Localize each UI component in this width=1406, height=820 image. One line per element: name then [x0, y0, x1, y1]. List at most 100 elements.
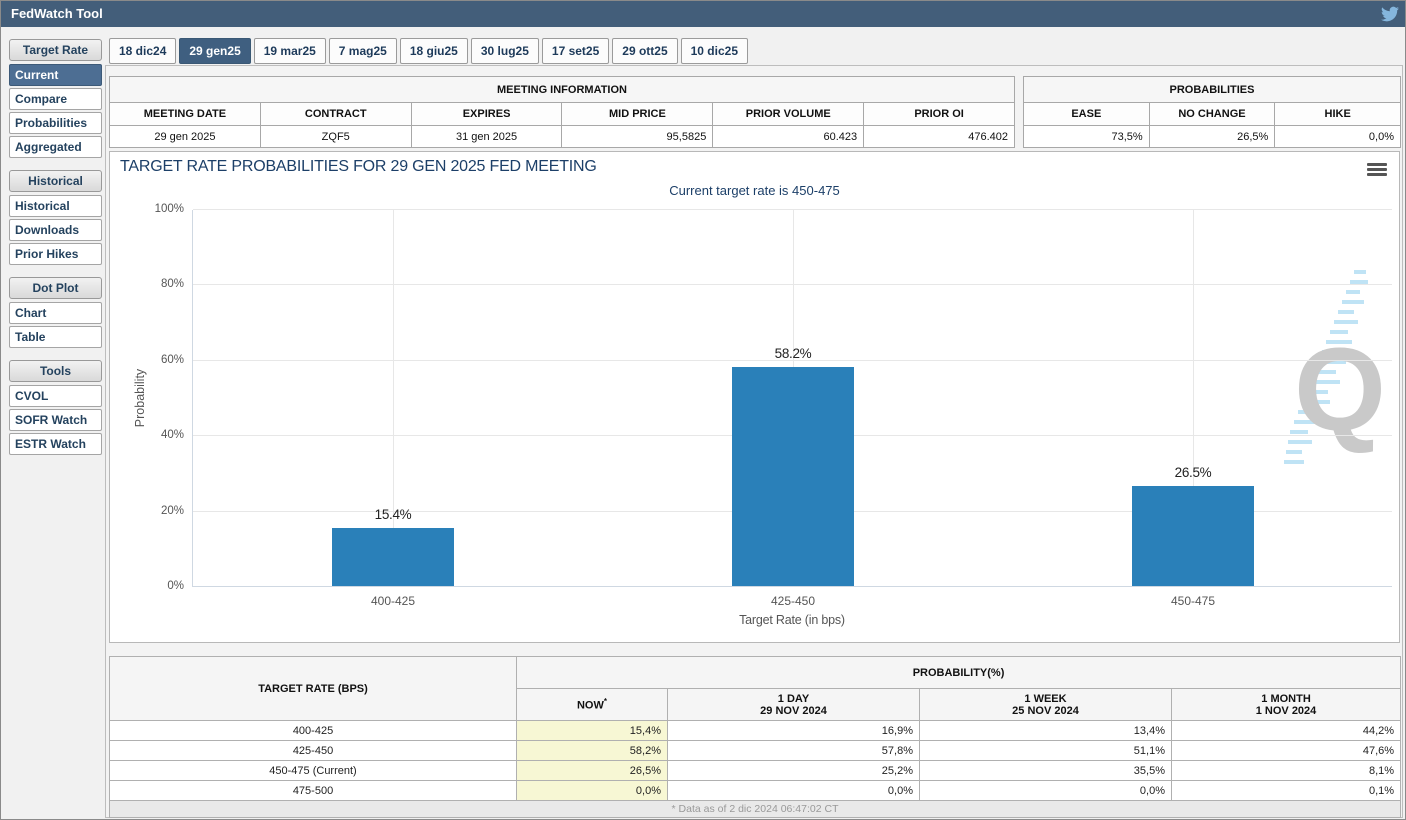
cell-rate: 400-425 [109, 720, 517, 741]
cell-week: 35,5% [919, 760, 1172, 781]
cell-rate: 450-475 (Current) [109, 760, 517, 781]
value-no-change: 26,5% [1148, 125, 1276, 148]
tab-18-dic24[interactable]: 18 dic24 [109, 38, 177, 64]
cell-week: 0,0% [919, 780, 1172, 801]
cell-day: 57,8% [667, 740, 920, 761]
cell-month: 47,6% [1170, 740, 1402, 761]
quikstrike-watermark-icon: Q [1284, 270, 1382, 464]
value-ease: 73,5% [1023, 125, 1150, 148]
column-header-no-change: NO CHANGE [1148, 102, 1276, 126]
tab-19-mar25[interactable]: 19 mar25 [253, 38, 326, 64]
fedwatch-tool-app: FedWatch Tool 18 dic24 29 gen25 19 mar25 7 … [0, 0, 1406, 820]
sidebar-item-chart[interactable]: Chart [9, 302, 102, 324]
cell-now: 26,5% [516, 760, 668, 781]
cell-month: 0,1% [1170, 780, 1402, 801]
bar-value-label: 58.2% [774, 345, 812, 361]
tab-30-lug25[interactable]: 30 lug25 [470, 38, 539, 64]
value-expires: 31 gen 2025 [410, 125, 563, 148]
sidebar-item-downloads[interactable]: Downloads [9, 219, 102, 241]
sidebar-item-estr-watch[interactable]: ESTR Watch [9, 433, 102, 455]
value-prior-oi: 476.402 [863, 125, 1015, 148]
cell-now: 0,0% [516, 780, 668, 801]
target-rate-probability-chart: TARGET RATE PROBABILITIES FOR 29 GEN 202… [109, 151, 1400, 643]
cell-rate: 475-500 [109, 780, 517, 801]
x-axis-title: Target Rate (in bps) [739, 613, 845, 627]
svg-text:Q: Q [1294, 324, 1382, 456]
sidebar-item-probabilities[interactable]: Probabilities [9, 112, 102, 134]
column-header-1-month: 1 MONTH 1 NOV 2024 [1170, 688, 1402, 721]
sidebar-item-aggregated[interactable]: Aggregated [9, 136, 102, 158]
value-hike: 0,0% [1274, 125, 1401, 148]
y-axis-title: Probability [133, 368, 147, 428]
sidebar-navigation: Target Rate Current Compare Probabilities Ag… [9, 39, 102, 457]
probabilities-summary-title: PROBABILITIES [1023, 76, 1401, 103]
sidebar-item-compare[interactable]: Compare [9, 88, 102, 110]
value-mid-price: 95,5825 [561, 125, 714, 148]
cell-week: 13,4% [919, 720, 1172, 741]
y-tick-label: 20% [160, 504, 184, 517]
tab-18-giu25[interactable]: 18 giu25 [399, 38, 468, 64]
value-contract: ZQF5 [259, 125, 412, 148]
cell-month: 8,1% [1170, 760, 1402, 781]
target-rate-column-header: TARGET RATE (BPS) [109, 656, 517, 721]
cell-day: 0,0% [667, 780, 920, 801]
x-category-label: 425-450 [770, 594, 816, 608]
sidebar-item-cvol[interactable]: CVOL [9, 385, 102, 407]
column-header-expires: EXPIRES [410, 102, 563, 126]
sidebar-item-prior-hikes[interactable]: Prior Hikes [9, 243, 102, 265]
chart-context-menu-icon[interactable] [1367, 163, 1387, 178]
sidebar-item-current[interactable]: Current [9, 64, 102, 86]
meeting-information-title: MEETING INFORMATION [109, 76, 1015, 103]
y-tick-label: 60% [160, 353, 184, 366]
column-header-1-week: 1 WEEK 25 NOV 2024 [919, 688, 1172, 721]
y-axis-tick-labels: 0% 20% 40% 60% 80% 100% [110, 203, 184, 592]
chart-plot-area: Q 15.4% 400-425 58.2% 425-450 26.5% 450-475 [192, 209, 1392, 608]
x-category-label: 450-475 [1170, 594, 1216, 608]
cell-week: 51,1% [919, 740, 1172, 761]
cell-now: 58,2% [516, 740, 668, 761]
chart-title: TARGET RATE PROBABILITIES FOR 29 GEN 202… [120, 158, 597, 175]
sidebar-item-sofr-watch[interactable]: SOFR Watch [9, 409, 102, 431]
column-header-contract: CONTRACT [259, 102, 412, 126]
column-header-ease: EASE [1023, 102, 1150, 126]
probability-group-header: PROBABILITY(%) [515, 656, 1402, 689]
sidebar-item-historical[interactable]: Historical [9, 195, 102, 217]
tab-17-set25[interactable]: 17 set25 [541, 38, 610, 64]
data-as-of-footnote: * Data as of 2 dic 2024 06:47:02 CT [108, 800, 1402, 818]
sidebar-section-header-tools: Tools [9, 360, 102, 382]
bar-450-475 [1132, 486, 1254, 586]
y-tick-label: 40% [160, 429, 184, 442]
sidebar-section-header-historical: Historical [9, 170, 102, 192]
column-header-hike: HIKE [1274, 102, 1401, 126]
table-row-425-450: 425-450 58,2% 57,8% 51,1% 47,6% [109, 740, 1402, 761]
tab-7-mag25[interactable]: 7 mag25 [328, 38, 397, 64]
bar-value-label: 26.5% [1174, 465, 1212, 481]
meeting-information-table: MEETING INFORMATION MEETING DATE CONTRACT… [109, 76, 1015, 148]
value-prior-volume: 60.423 [712, 125, 865, 148]
sidebar-section-header-target-rate: Target Rate [9, 39, 102, 61]
bar-400-425 [332, 527, 454, 586]
cell-month: 44,2% [1170, 720, 1402, 741]
column-header-prior-oi: PRIOR OI [863, 102, 1015, 126]
cell-day: 16,9% [667, 720, 920, 741]
value-meeting-date: 29 gen 2025 [109, 125, 261, 148]
tab-29-gen25[interactable]: 29 gen25 [179, 38, 251, 64]
y-tick-label: 80% [160, 278, 184, 291]
bar-425-450 [732, 366, 854, 586]
sidebar-section-historical: Historical Historical Downloads Prior Hikes [9, 170, 102, 265]
sidebar-section-header-dot-plot: Dot Plot [9, 277, 102, 299]
tab-29-ott25[interactable]: 29 ott25 [612, 38, 678, 64]
tab-10-dic25[interactable]: 10 dic25 [680, 38, 748, 64]
y-tick-label: 100% [154, 203, 184, 215]
twitter-icon[interactable] [1381, 5, 1399, 23]
cell-day: 25,2% [667, 760, 920, 781]
column-header-prior-volume: PRIOR VOLUME [712, 102, 865, 126]
sidebar-item-table[interactable]: Table [9, 326, 102, 348]
app-header-bar: FedWatch Tool [1, 1, 1405, 27]
sidebar-section-target-rate: Target Rate Current Compare Probabilities Ag… [9, 39, 102, 158]
table-row-475-500: 475-500 0,0% 0,0% 0,0% 0,1% [109, 780, 1402, 801]
column-header-mid-price: MID PRICE [561, 102, 714, 126]
cell-rate: 425-450 [109, 740, 517, 761]
column-header-now: NOW* [516, 688, 668, 721]
table-row-400-425: 400-425 15,4% 16,9% 13,4% 44,2% [109, 720, 1402, 741]
